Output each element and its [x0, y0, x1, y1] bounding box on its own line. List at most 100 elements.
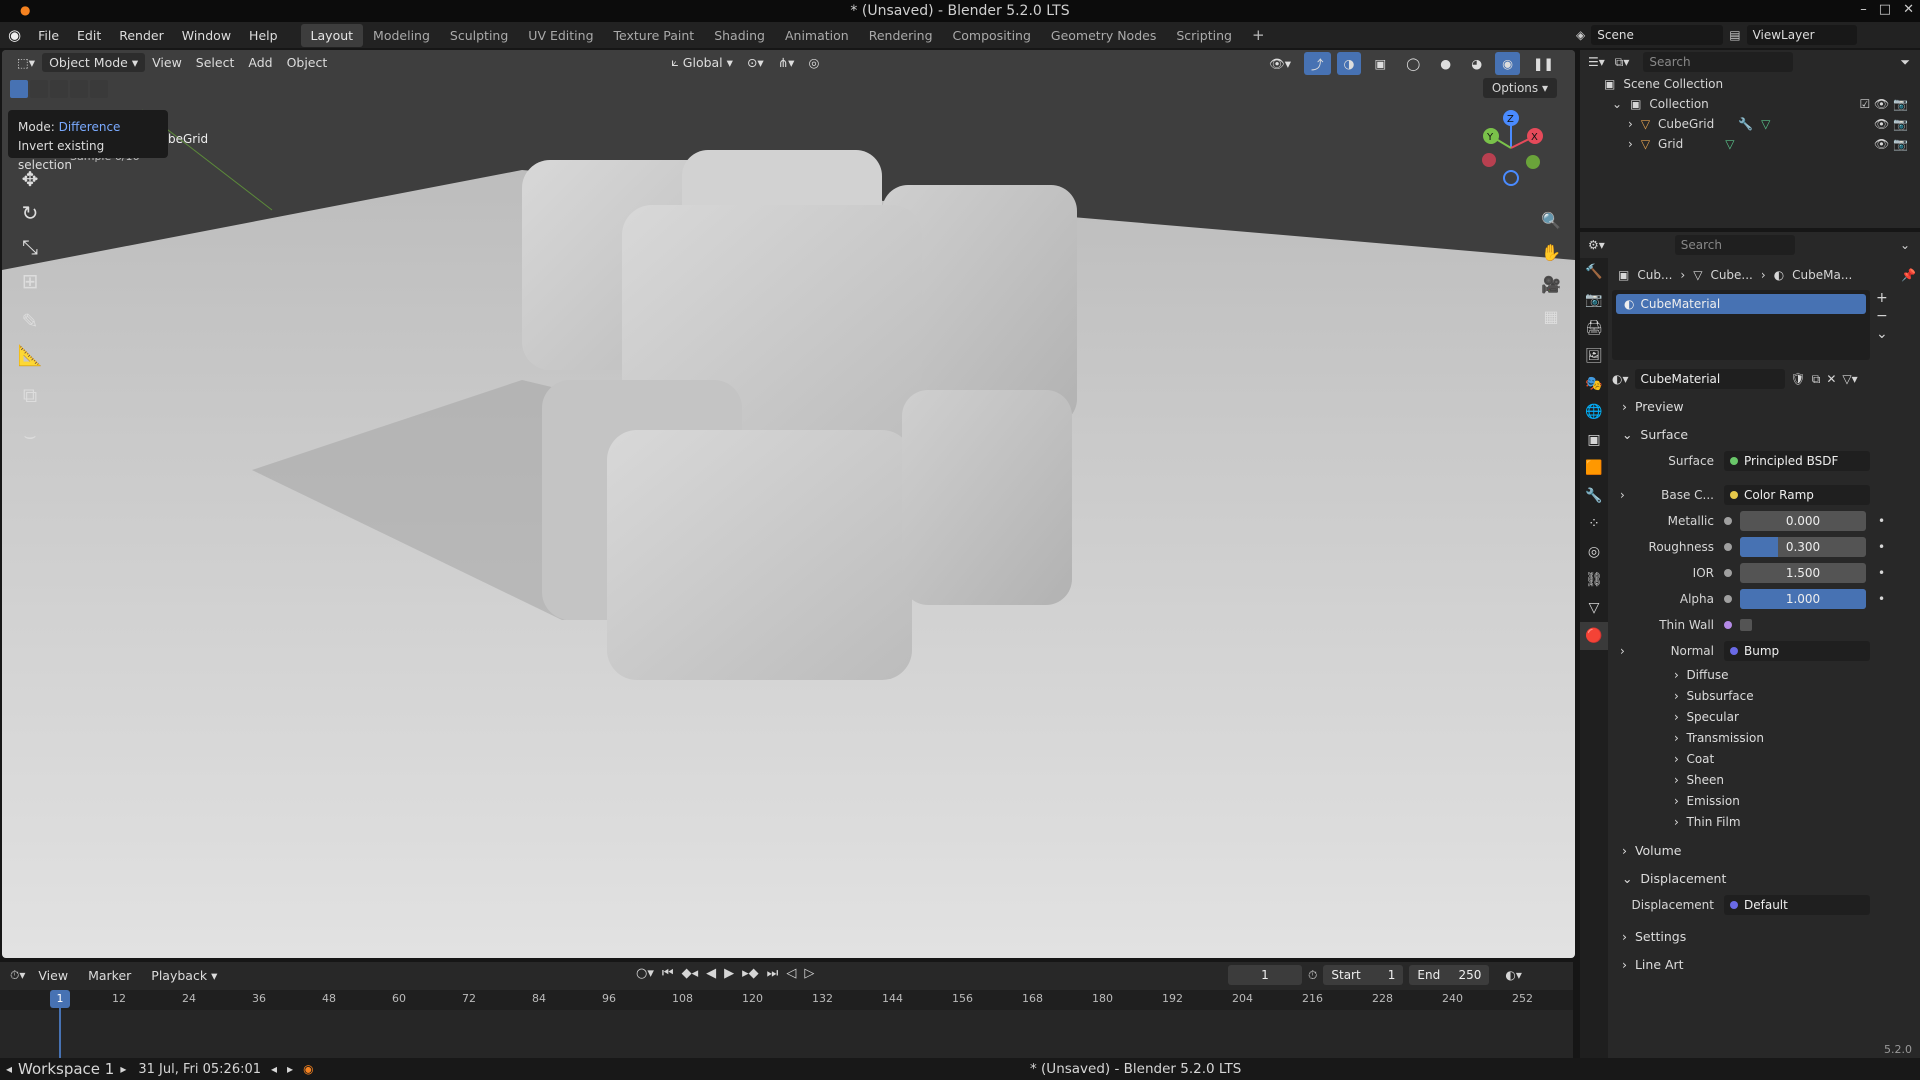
timeline-menu-view[interactable]: View [31, 966, 75, 985]
keyframe-area[interactable] [0, 1010, 1573, 1058]
outliner-display-icon[interactable]: ⧉▾ [1615, 55, 1630, 70]
expand-chevron-icon[interactable]: › [1628, 117, 1633, 131]
physics-tab-icon[interactable]: ◎ [1580, 538, 1608, 566]
collection-visibility[interactable]: ☑ 👁 📷 [1859, 97, 1908, 111]
particles-tab-icon[interactable]: ⁘ [1580, 510, 1608, 538]
add-slot-icon[interactable]: + [1876, 290, 1888, 306]
filter-icon[interactable]: ⏷ [1900, 55, 1910, 70]
prev-workspace-icon[interactable]: ◂ [0, 1062, 12, 1076]
transform-orientation[interactable]: ⟀ Global ▾ [664, 52, 740, 72]
panel-surface[interactable]: ⌄ Surface [1612, 420, 1916, 448]
minimize-icon[interactable]: – [1860, 2, 1867, 17]
select-new-icon[interactable] [10, 80, 28, 98]
base-color-field[interactable]: Color Ramp [1724, 485, 1870, 505]
select-intersect-icon[interactable] [90, 80, 108, 98]
menu-help[interactable]: Help [240, 28, 287, 43]
menu-file[interactable]: File [29, 28, 68, 43]
expand-chevron-icon[interactable]: › [1612, 488, 1628, 502]
solid-shading-icon[interactable]: ● [1433, 52, 1458, 75]
wireframe-shading-icon[interactable]: ◯ [1399, 52, 1427, 75]
next-icon[interactable]: ▸ [277, 1062, 293, 1076]
thin-wall-checkbox[interactable] [1740, 619, 1752, 631]
jump-end-icon[interactable]: ⏭ [767, 966, 779, 981]
expand-chevron-icon[interactable]: ⌄ [1612, 97, 1622, 111]
keyframe-dot-icon[interactable]: • [1878, 514, 1885, 528]
mode-selector[interactable]: Object Mode ▾ [42, 52, 146, 72]
viewlayer-icon[interactable]: ▤ [1729, 28, 1740, 42]
add-cube-tool-icon[interactable]: ⧉ [10, 378, 50, 412]
timeline-editor-icon[interactable]: ⏱▾ [10, 968, 25, 983]
menu-select[interactable]: Select [189, 53, 242, 72]
transform-tool-icon[interactable]: ⊞ [10, 264, 50, 298]
tab-texture-paint[interactable]: Texture Paint [604, 24, 705, 47]
subpanel-specular[interactable]: › Specular [1612, 706, 1916, 727]
chevron-down-icon[interactable]: ⌄ [1900, 238, 1910, 252]
tab-layout[interactable]: Layout [300, 23, 364, 47]
navigation-gizmo[interactable]: Z X Y [1469, 106, 1553, 190]
modifier-tab-icon[interactable]: 🔧 [1580, 482, 1608, 510]
subpanel-thin-film[interactable]: › Thin Film [1612, 811, 1916, 832]
play-icon[interactable]: ▶ [724, 966, 734, 981]
editor-type-icon[interactable]: ⬚▾ [10, 53, 42, 72]
next-keyframe-icon[interactable]: ▸◆ [742, 966, 759, 981]
rotate-tool-icon[interactable]: ↻ [10, 196, 50, 230]
slot-menu-icon[interactable]: ⌄ [1876, 326, 1888, 342]
menu-window[interactable]: Window [173, 28, 240, 43]
pin-icon[interactable]: 📌 [1901, 268, 1916, 282]
remove-slot-icon[interactable]: − [1876, 308, 1888, 324]
panel-settings[interactable]: › Settings [1612, 922, 1916, 950]
tab-geometry-nodes[interactable]: Geometry Nodes [1041, 24, 1166, 47]
options-dropdown[interactable]: Options ▾ [1482, 78, 1557, 98]
subpanel-emission[interactable]: › Emission [1612, 790, 1916, 811]
cubegrid-visibility[interactable]: 👁 📷 [1874, 117, 1908, 131]
material-shading-icon[interactable]: ◕ [1464, 52, 1489, 75]
grid-visibility[interactable]: 👁 📷 [1874, 137, 1908, 151]
current-frame-field[interactable]: 1 [1228, 965, 1302, 985]
properties-editor-icon[interactable]: ⚙▾ [1588, 238, 1605, 252]
measure-tool-icon[interactable]: 📐 [10, 338, 50, 372]
tab-scripting[interactable]: Scripting [1166, 24, 1242, 47]
next-frame-icon[interactable]: ▷ [804, 966, 814, 981]
outliner-search-input[interactable]: Search [1643, 52, 1794, 72]
overlay-toggle-icon[interactable]: ◑ [1336, 52, 1362, 75]
menu-add[interactable]: Add [241, 53, 279, 72]
constraints-tab-icon[interactable]: ⛓ [1580, 566, 1608, 594]
panel-line-art[interactable]: › Line Art [1612, 950, 1916, 978]
panel-displacement[interactable]: ⌄ Displacement [1612, 864, 1916, 892]
menu-object[interactable]: Object [280, 53, 335, 72]
ortho-grid-icon[interactable]: ▦ [1539, 304, 1563, 328]
jump-start-icon[interactable]: ⏮ [662, 966, 674, 981]
alpha-slider[interactable]: 1.000 [1740, 589, 1866, 609]
tab-shading[interactable]: Shading [704, 24, 775, 47]
tab-sculpting[interactable]: Sculpting [440, 24, 518, 47]
tab-uv-editing[interactable]: UV Editing [518, 24, 603, 47]
normal-field[interactable]: Bump [1724, 641, 1870, 661]
prev-frame-icon[interactable]: ◁ [786, 966, 796, 981]
menu-render[interactable]: Render [110, 28, 173, 43]
select-difference-icon[interactable] [70, 80, 88, 98]
rendered-shading-icon[interactable]: ◉ [1495, 52, 1521, 75]
blender-menu-icon[interactable]: ◉ [0, 26, 29, 44]
expand-chevron-icon[interactable]: › [1612, 644, 1628, 658]
prev-keyframe-icon[interactable]: ◆◂ [682, 966, 699, 981]
timeline-menu-marker[interactable]: Marker [81, 966, 138, 985]
subpanel-subsurface[interactable]: › Subsurface [1612, 685, 1916, 706]
metallic-slider[interactable]: 0.000 [1740, 511, 1866, 531]
unlink-material-icon[interactable]: ✕ [1826, 372, 1836, 386]
tool-tab-icon[interactable]: 🔨 [1580, 258, 1608, 286]
ior-slider[interactable]: 1.500 [1740, 563, 1866, 583]
subpanel-diffuse[interactable]: › Diffuse [1612, 664, 1916, 685]
zoom-icon[interactable]: 🔍 [1539, 208, 1563, 232]
select-extend-icon[interactable] [30, 80, 48, 98]
expand-chevron-icon[interactable]: › [1628, 137, 1633, 151]
outliner-editor-icon[interactable]: ☰▾ [1588, 55, 1605, 69]
node-tree-icon[interactable]: ▽▾ [1842, 372, 1857, 386]
panel-volume[interactable]: › Volume [1612, 836, 1916, 864]
subpanel-coat[interactable]: › Coat [1612, 748, 1916, 769]
keying-icon[interactable]: ○▾ [636, 966, 654, 981]
stopwatch-icon[interactable]: ⏱ [1308, 968, 1317, 983]
outliner-item-cubegrid[interactable]: › ▽ CubeGrid 🔧 ▽ 👁 📷 [1580, 114, 1920, 134]
add-workspace-icon[interactable]: + [1242, 22, 1275, 48]
collection-row[interactable]: ⌄ ▣ Collection ☑ 👁 📷 [1580, 94, 1920, 114]
world-tab-icon[interactable]: 🌐 [1580, 398, 1608, 426]
